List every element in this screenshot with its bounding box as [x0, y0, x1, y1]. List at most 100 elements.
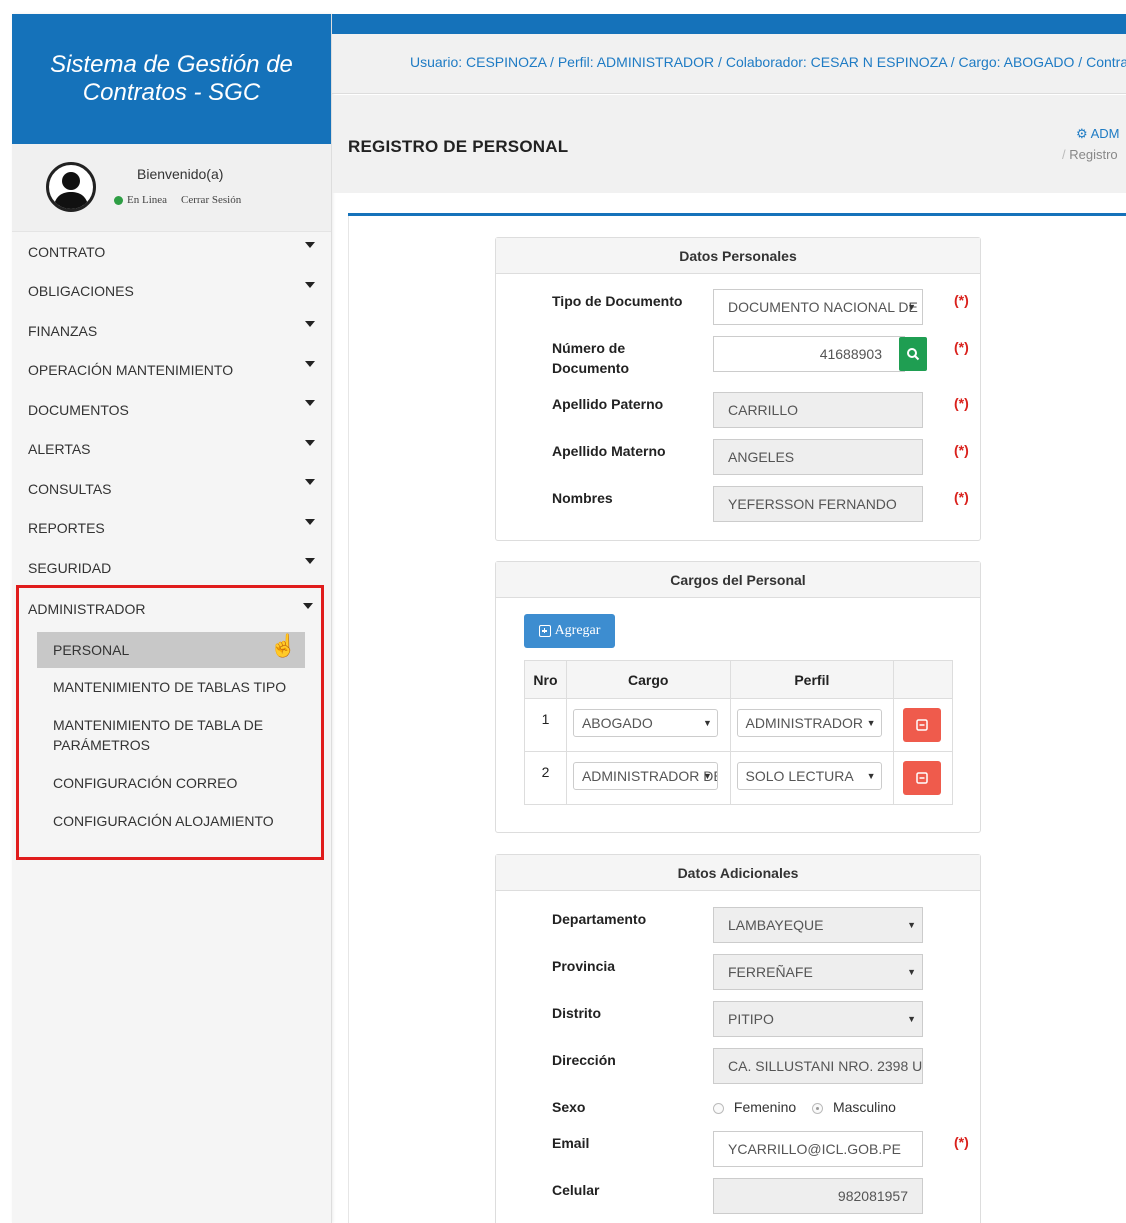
- sidebar-item-alertas[interactable]: ALERTAS: [12, 430, 331, 470]
- app-title: Sistema de Gestión de Contratos - SGC: [12, 14, 331, 144]
- radio-masculino[interactable]: [812, 1102, 824, 1114]
- sidebar-nav: CONTRATO OBLIGACIONES FINANZAS OPERACIÓN…: [12, 232, 331, 588]
- radio-femenino[interactable]: [713, 1102, 724, 1114]
- select-tipo-documento[interactable]: DOCUMENTO NACIONAL DE IDENTIDAD: [713, 289, 923, 325]
- sidebar-item-label: ALERTAS: [28, 441, 91, 458]
- panel-cargos-personal: Cargos del Personal Agregar Nro Cargo Pe…: [495, 561, 981, 833]
- required-mark: (*): [954, 1134, 969, 1150]
- caret-down-icon: [305, 360, 315, 367]
- minus-square-icon: [916, 719, 928, 731]
- sidebar-item-label: SEGURIDAD: [28, 559, 112, 576]
- search-button[interactable]: [899, 337, 927, 371]
- caret-down-icon: [305, 281, 315, 288]
- user-panel: Bienvenido(a) En Linea Cerrar Sesión: [12, 144, 331, 232]
- input-celular[interactable]: 982081957: [713, 1178, 923, 1214]
- caret-down-icon: [305, 242, 315, 248]
- caret-down-icon: [305, 400, 315, 406]
- admin-highlight-box: ADMINISTRADOR PERSONAL ☝ MANTENIMIENTO D…: [16, 585, 324, 860]
- select-cargo[interactable]: ABOGADO: [572, 709, 718, 737]
- sidebar-item-label: ADMINISTRADOR: [28, 601, 146, 617]
- submenu-item-label: PERSONAL: [53, 642, 130, 658]
- sidebar-item-label: FINANZAS: [28, 322, 98, 339]
- minus-square-icon: [916, 772, 928, 784]
- sidebar: Sistema de Gestión de Contratos - SGC Bi…: [12, 14, 332, 1223]
- sidebar-item-administrador[interactable]: ADMINISTRADOR: [19, 588, 321, 630]
- logout-link[interactable]: Cerrar Sesión: [181, 194, 241, 206]
- delete-row-button[interactable]: [903, 761, 942, 795]
- submenu-item-personal[interactable]: PERSONAL ☝: [37, 632, 305, 668]
- user-status: En Linea Cerrar Sesión: [114, 194, 241, 206]
- plus-square-icon: [538, 625, 551, 637]
- sidebar-item-label: OBLIGACIONES: [28, 283, 134, 300]
- input-nombres[interactable]: YEFERSSON FERNANDO: [713, 486, 923, 522]
- input-apellido-materno[interactable]: ANGELES: [713, 439, 923, 475]
- required-mark: (*): [954, 489, 969, 505]
- sidebar-item-finanzas[interactable]: FINANZAS: [12, 311, 331, 351]
- panel-datos-personales: Datos Personales Tipo de Documento DOCUM…: [495, 237, 981, 541]
- caret-down-icon: [305, 558, 315, 564]
- avatar-icon: [46, 162, 96, 212]
- breadcrumb-current-label: Registro: [1069, 147, 1118, 162]
- select-perfil[interactable]: SOLO LECTURA: [736, 762, 882, 790]
- column-header-perfil: Perfil: [729, 660, 895, 699]
- sidebar-item-label: OPERACIÓN MANTENIMIENTO: [28, 362, 234, 379]
- label-email: Email: [552, 1135, 590, 1151]
- sidebar-item-label: DOCUMENTOS: [28, 401, 129, 418]
- column-header-actions: [893, 660, 953, 699]
- row-nro: 2: [541, 764, 550, 780]
- caret-down-icon: [305, 518, 315, 525]
- label-celular: Celular: [552, 1182, 600, 1198]
- submenu-item-tabla-parametros[interactable]: MANTENIMIENTO DE TABLA DE PARÁMETROS: [37, 706, 305, 764]
- input-numero-documento[interactable]: 41688903: [713, 336, 905, 372]
- select-cargo[interactable]: ADMINISTRADOR DE CONTRATOS: [572, 762, 718, 790]
- sidebar-item-seguridad[interactable]: SEGURIDAD: [12, 548, 331, 588]
- input-direccion[interactable]: CA. SILLUSTANI NRO. 2398 URB.: [713, 1048, 923, 1084]
- caret-down-icon: [305, 439, 315, 446]
- sidebar-item-operacion-mantenimiento[interactable]: OPERACIÓN MANTENIMIENTO: [12, 351, 331, 391]
- page-header: REGISTRO DE PERSONAL ⚙ ADM / Registro: [332, 95, 1126, 193]
- label-direccion: Dirección: [552, 1052, 616, 1068]
- submenu-item-configuracion-correo[interactable]: CONFIGURACIÓN CORREO: [37, 764, 305, 802]
- cargos-table: Nro Cargo Perfil 1 ABOGADO ADMINISTRADOR…: [524, 660, 953, 805]
- breadcrumb-home[interactable]: ⚙ ADM: [1076, 126, 1119, 142]
- sidebar-item-label: CONTRATO: [28, 243, 106, 260]
- welcome-text: Bienvenido(a): [137, 166, 224, 182]
- select-perfil[interactable]: ADMINISTRADOR: [736, 709, 882, 737]
- table-row: 1 ABOGADO ADMINISTRADOR: [524, 698, 953, 752]
- input-email[interactable]: YCARRILLO@ICL.GOB.PE: [713, 1131, 923, 1167]
- input-apellido-paterno[interactable]: CARRILLO: [713, 392, 923, 428]
- submenu-item-configuracion-alojamiento[interactable]: CONFIGURACIÓN ALOJAMIENTO: [37, 802, 305, 840]
- sidebar-item-obligaciones[interactable]: OBLIGACIONES: [12, 272, 331, 312]
- column-header-nro: Nro: [524, 660, 567, 699]
- delete-row-button[interactable]: [903, 708, 942, 742]
- label-provincia: Provincia: [552, 958, 616, 974]
- sidebar-item-reportes[interactable]: REPORTES: [12, 509, 331, 549]
- label-apellido-materno: Apellido Materno: [552, 443, 666, 459]
- panel-datos-adicionales: Datos Adicionales Departamento LAMBAYEQU…: [495, 854, 981, 1223]
- select-provincia[interactable]: FERREÑAFE: [713, 954, 923, 990]
- sidebar-item-consultas[interactable]: CONSULTAS: [12, 469, 331, 509]
- label-distrito: Distrito: [552, 1005, 601, 1021]
- caret-down-icon: [305, 321, 315, 327]
- radio-label-masculino: Masculino: [832, 1099, 896, 1115]
- label-nombres: Nombres: [552, 490, 613, 506]
- add-cargo-label: Agregar: [554, 623, 601, 638]
- add-cargo-button[interactable]: Agregar: [524, 614, 615, 648]
- label-apellido-paterno: Apellido Paterno: [552, 396, 664, 412]
- top-bar: [332, 14, 1126, 34]
- sidebar-item-contrato[interactable]: CONTRATO: [12, 232, 331, 272]
- submenu-item-tablas-tipo[interactable]: MANTENIMIENTO DE TABLAS TIPO: [37, 668, 305, 706]
- sidebar-item-label: CONSULTAS: [28, 480, 112, 497]
- sidebar-item-documentos[interactable]: DOCUMENTOS: [12, 390, 331, 430]
- breadcrumb-current: / Registro: [1062, 147, 1118, 162]
- required-mark: (*): [954, 292, 969, 308]
- label-sexo: Sexo: [552, 1099, 586, 1115]
- label-tipo-documento: Tipo de Documento: [552, 293, 683, 309]
- breadcrumb-home-label: ADM: [1090, 126, 1120, 141]
- sidebar-item-label: REPORTES: [28, 520, 105, 537]
- required-mark: (*): [954, 395, 969, 411]
- select-distrito[interactable]: PITIPO: [713, 1001, 923, 1037]
- user-info-bar: Usuario: CESPINOZA / Perfil: ADMINISTRAD…: [332, 34, 1126, 94]
- label-numero-documento: Número de Documento: [552, 340, 629, 376]
- select-departamento[interactable]: LAMBAYEQUE: [713, 907, 923, 943]
